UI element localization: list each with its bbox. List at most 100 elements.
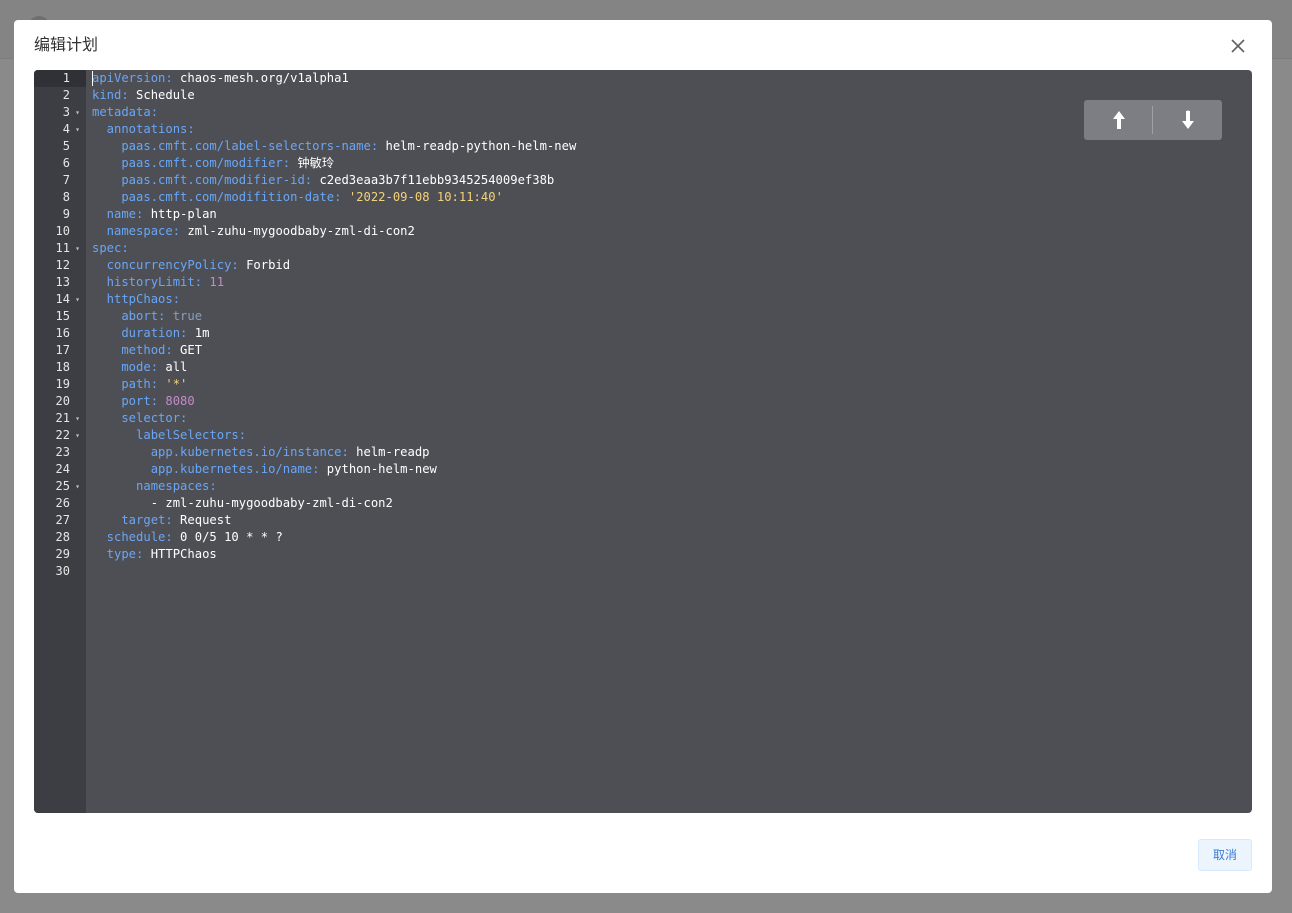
line-number-text: 26 [55,496,70,510]
line-number: 16 [34,325,86,342]
code-line: paas.cmft.com/modifier-id: c2ed3eaa3b7f1… [92,172,554,189]
yaml-key: name: [92,207,144,221]
yaml-key: type: [92,547,144,561]
fold-triangle-icon[interactable]: ▾ [75,104,80,121]
line-number: 17 [34,342,86,359]
yaml-value: zml-zuhu-mygoodbaby-zml-di-con2 [180,224,415,238]
line-number: 23 [34,444,86,461]
yaml-value: chaos-mesh.org/v1alpha1 [172,71,349,85]
line-number-text: 22 [55,428,70,442]
code-line: namespaces: [92,478,217,495]
line-number-text: 20 [55,394,70,408]
yaml-key: abort: [92,309,166,323]
yaml-key: httpChaos: [92,292,181,306]
yaml-value: all [158,360,188,374]
code-line: schedule: 0 0/5 10 * * ? [92,529,283,546]
code-line: selector: [92,410,187,427]
line-number-text: 11 [55,241,70,255]
line-number: 30 [34,563,86,580]
code-line: port: 8080 [92,393,195,410]
code-line: app.kubernetes.io/name: python-helm-new [92,461,437,478]
line-number-text: 1 [62,71,70,85]
close-button[interactable] [1228,36,1248,56]
yaml-key: namespace: [92,224,181,238]
fold-triangle-icon[interactable]: ▾ [75,121,80,138]
line-number: 29 [34,546,86,563]
line-number: 12 [34,257,86,274]
arrow-up-icon [1112,111,1125,129]
line-number: 28 [34,529,86,546]
line-number-text: 29 [55,547,70,561]
yaml-value: 8080 [158,394,195,408]
close-icon [1231,39,1245,53]
yaml-value: '2022-09-08 10:11:40' [341,190,503,204]
yaml-key: selector: [92,411,188,425]
line-number-text: 8 [62,190,70,204]
line-number: 5 [34,138,86,155]
line-number-text: 4 [62,122,70,136]
yaml-key: kind: [92,88,129,102]
line-number: 8 [34,189,86,206]
yaml-key: mode: [92,360,159,374]
code-line: duration: 1m [92,325,209,342]
fold-triangle-icon[interactable]: ▾ [75,427,80,444]
scroll-to-top-button[interactable] [1084,100,1153,140]
line-number-text: 15 [55,309,70,323]
code-line: name: http-plan [92,206,217,223]
code-content[interactable]: apiVersion: chaos-mesh.org/v1alpha1 kind:… [92,70,1252,813]
line-number: 6 [34,155,86,172]
yaml-value: helm-readp-python-helm-new [378,139,577,153]
arrow-down-icon [1181,110,1194,129]
code-line: abort: true [92,308,202,325]
line-number-text: 16 [55,326,70,340]
line-number: 13 [34,274,86,291]
yaml-key: historyLimit: [92,275,203,289]
line-number-text: 3 [62,105,70,119]
code-line: annotations: [92,121,195,138]
line-number: 11 ▾ [34,240,86,257]
yaml-key: paas.cmft.com/modifier-id: [92,173,313,187]
line-number: 4 ▾ [34,121,86,138]
line-number: 15 [34,308,86,325]
yaml-key: namespaces: [92,479,217,493]
code-line: namespace: zml-zuhu-mygoodbaby-zml-di-co… [92,223,415,240]
code-line: httpChaos: [92,291,180,308]
scroll-to-bottom-button[interactable] [1153,100,1222,140]
yaml-value: HTTPChaos [143,547,217,561]
fold-triangle-icon[interactable]: ▾ [75,240,80,257]
code-line: type: HTTPChaos [92,546,217,563]
line-number-text: 2 [62,88,70,102]
code-line: method: GET [92,342,202,359]
code-line: paas.cmft.com/modifier: 钟敏玲 [92,155,334,172]
code-line: labelSelectors: [92,427,246,444]
yaml-value: http-plan [143,207,217,221]
yaml-key: path: [92,377,159,391]
line-number-text: 6 [62,156,70,170]
yaml-key: duration: [92,326,188,340]
yaml-code-editor[interactable]: 1 2 3 ▾ 4 ▾ 5 6 7 8 9 10 11 ▾ 12 13 14 ▾ 15 16 17 18 19 20 21 ▾ 22… [34,70,1252,813]
line-number-text: 18 [55,360,70,374]
fold-triangle-icon[interactable]: ▾ [75,410,80,427]
fold-triangle-icon[interactable]: ▾ [75,291,80,308]
line-number-gutter: 1 2 3 ▾ 4 ▾ 5 6 7 8 9 10 11 ▾ 12 13 14 ▾ 15 16 17 18 19 20 21 ▾ 22… [34,70,86,813]
line-number-text: 10 [55,224,70,238]
yaml-value: '*' [158,377,188,391]
line-number-text: 13 [55,275,70,289]
code-line: mode: all [92,359,187,376]
code-line: target: Request [92,512,231,529]
cancel-button[interactable]: 取消 [1198,839,1252,871]
yaml-value: Forbid [238,258,291,272]
code-line: apiVersion: chaos-mesh.org/v1alpha1 [92,70,349,87]
fold-triangle-icon[interactable]: ▾ [75,478,80,495]
code-line: app.kubernetes.io/instance: helm-readp [92,444,430,461]
code-line: metadata: [92,104,158,121]
yaml-value: Schedule [128,88,195,102]
edit-plan-dialog: 编辑计划 1 2 3 ▾ 4 ▾ 5 6 7 8 9 10 11 ▾ 12 13 14 ▾ 15 16 17 18 19 20… [14,20,1272,893]
line-number: 24 [34,461,86,478]
line-number: 2 [34,87,86,104]
yaml-key: spec: [92,241,129,255]
line-number: 14 ▾ [34,291,86,308]
code-line: paas.cmft.com/label-selectors-name: helm… [92,138,576,155]
yaml-key: port: [92,394,159,408]
code-line: historyLimit: 11 [92,274,224,291]
